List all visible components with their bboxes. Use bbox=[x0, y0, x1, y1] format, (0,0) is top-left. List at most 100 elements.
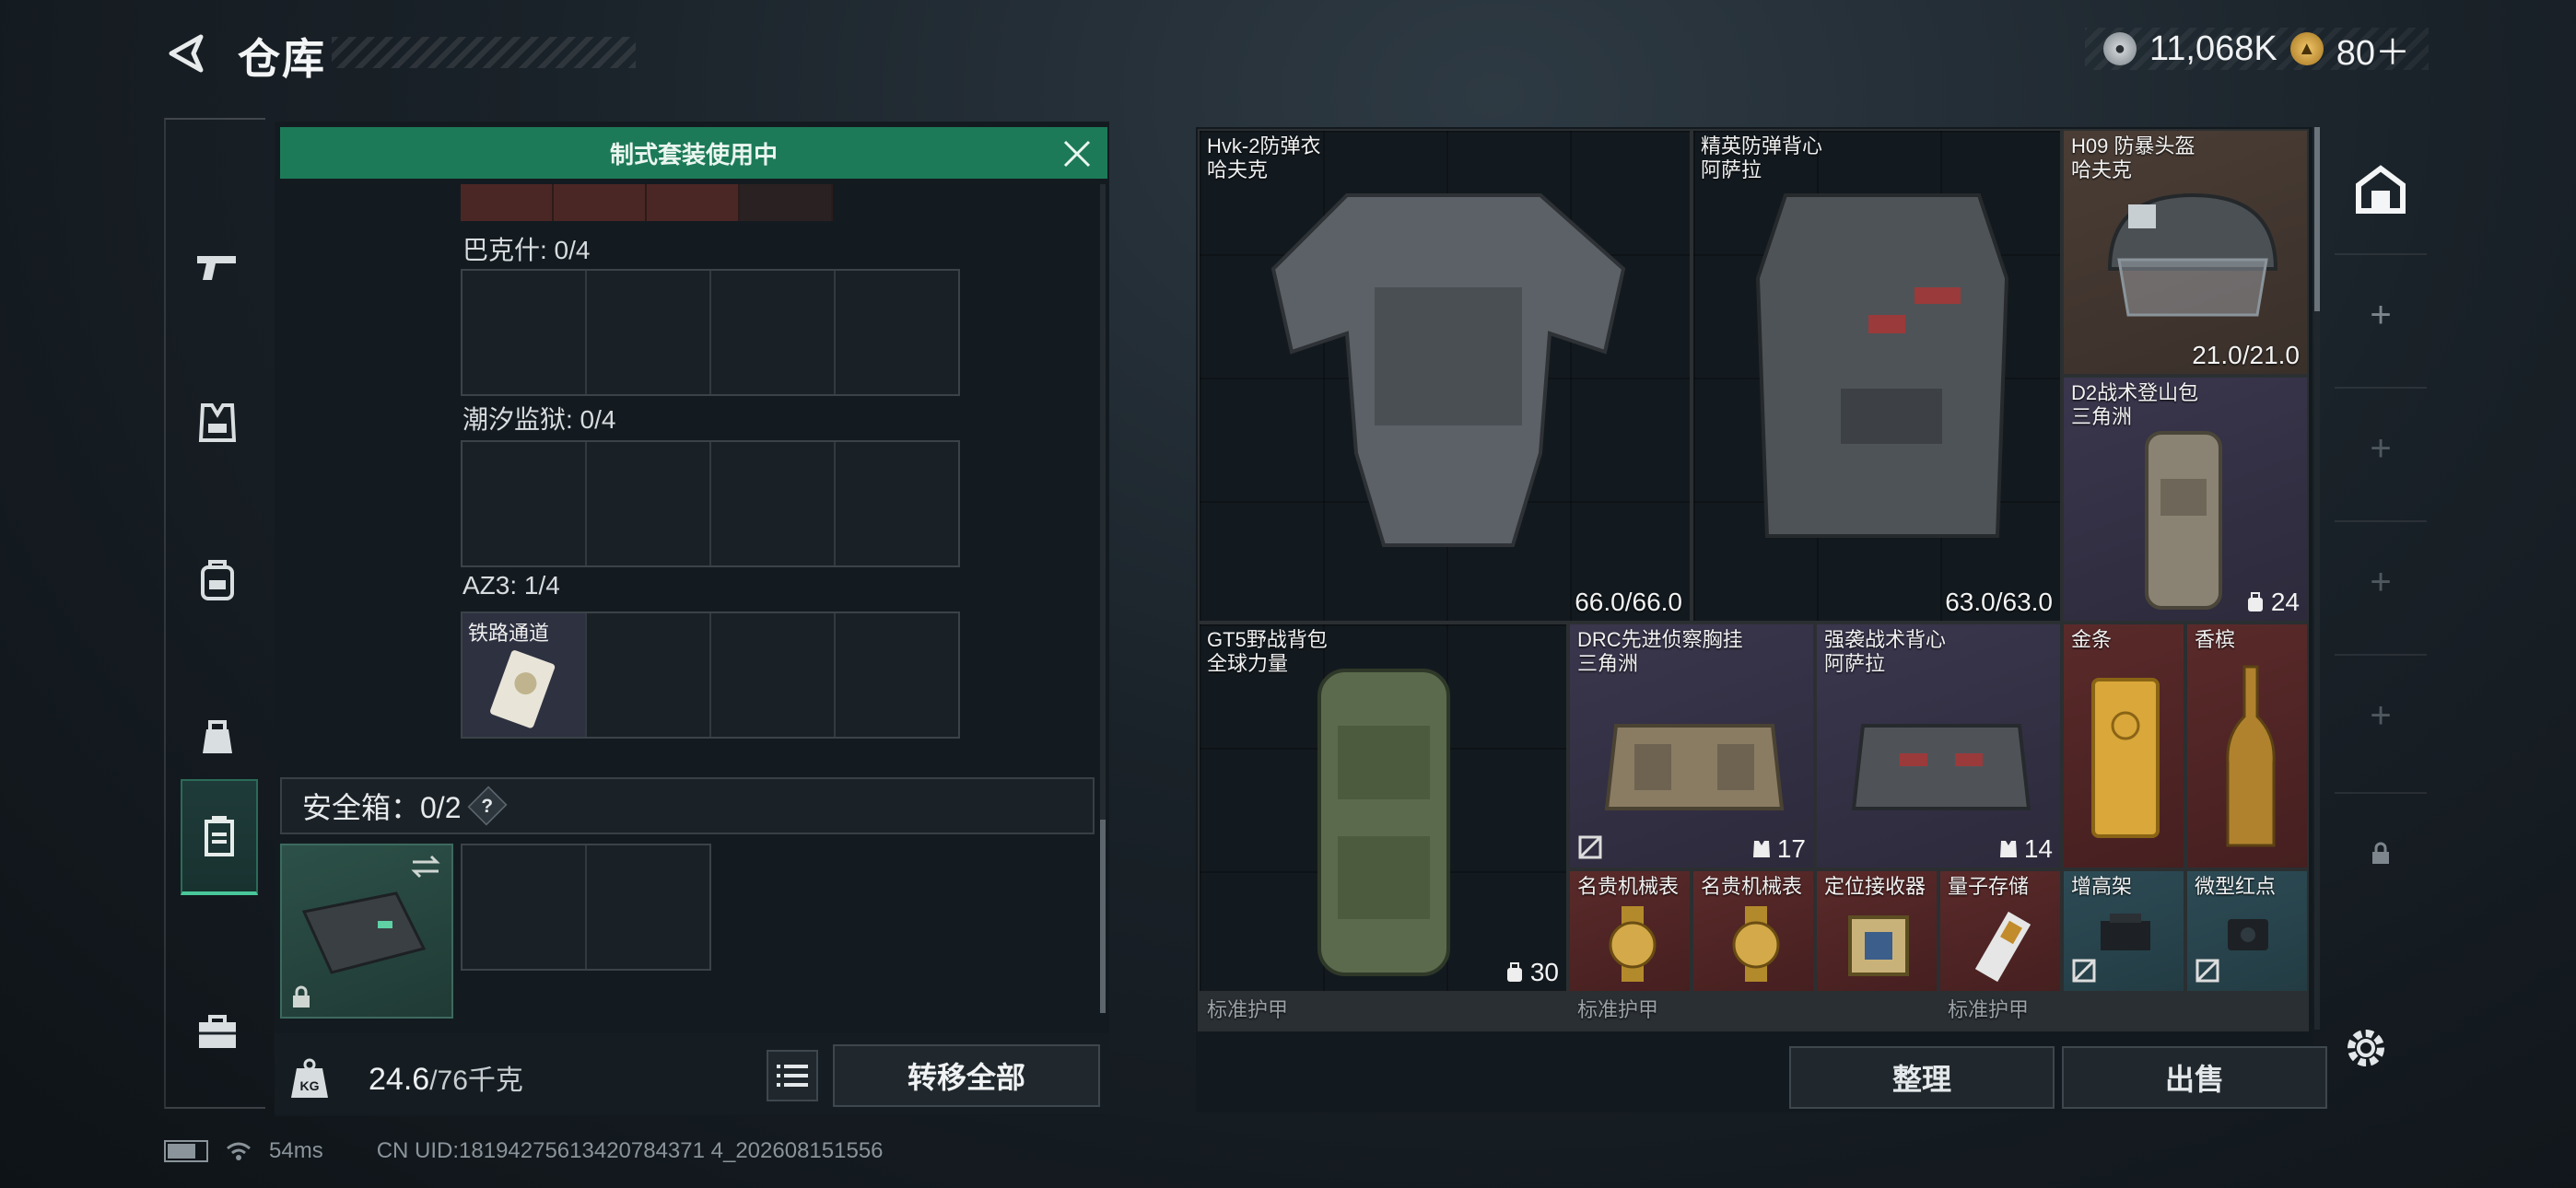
scrollbar-thumb[interactable] bbox=[1100, 820, 1106, 1013]
helmet-image bbox=[2107, 192, 2278, 317]
item-brand: 阿萨拉 bbox=[1824, 652, 1886, 675]
warehouse-icon bbox=[2356, 165, 2406, 214]
item-card[interactable]: 精英防弹背心 阿萨拉 63.0/63.0 bbox=[1692, 129, 2062, 623]
transfer-all-button[interactable]: 转移全部 bbox=[833, 1044, 1100, 1107]
item-name: DRC先进侦察胸挂 三角洲 bbox=[1577, 628, 1743, 676]
stash-page-active[interactable] bbox=[2335, 129, 2427, 249]
item-name-text: H09 防暴头盔 bbox=[2071, 134, 2195, 157]
no-armor-icon bbox=[1578, 835, 1602, 859]
briefcase-icon bbox=[199, 1015, 236, 1048]
item-card[interactable]: DRC先进侦察胸挂 三角洲 17 bbox=[1568, 623, 1815, 869]
item-card[interactable]: 标准护甲 bbox=[1198, 993, 1568, 1031]
item-name-text: D2战术登山包 bbox=[2071, 381, 2199, 404]
section-label: 巴克什: 0/4 bbox=[463, 236, 591, 264]
item-card[interactable]: 强袭战术背心 阿萨拉 14 bbox=[1815, 623, 2062, 869]
riser-mount-image bbox=[2101, 914, 2150, 950]
plus-icon: + bbox=[2370, 427, 2392, 469]
item-card[interactable]: 名贵机械表 bbox=[1692, 869, 1815, 993]
item-card[interactable]: 标准护甲 bbox=[1938, 993, 2309, 1031]
list-view-button[interactable] bbox=[767, 1050, 818, 1101]
add-page-button[interactable]: + bbox=[2335, 253, 2427, 375]
tab-backpack[interactable] bbox=[181, 525, 254, 635]
grid-item-card[interactable]: 铁路通道 bbox=[463, 613, 587, 737]
section-label: AZ3: 1/4 bbox=[463, 571, 560, 600]
back-icon[interactable] bbox=[164, 31, 208, 76]
item-name: 增高架 bbox=[2071, 875, 2133, 898]
gold-amount[interactable]: 80＋ bbox=[2336, 24, 2410, 75]
body-armor-image bbox=[1270, 193, 1626, 547]
vest-icon bbox=[198, 403, 237, 442]
item-name: 金条 bbox=[2071, 628, 2113, 651]
weight-icon: KG bbox=[291, 1058, 328, 1098]
item-card[interactable]: H09 防暴头盔 哈夫克 21.0/21.0 bbox=[2062, 129, 2309, 376]
watch-image bbox=[1609, 906, 1657, 982]
add-page-button[interactable]: + bbox=[2335, 520, 2427, 642]
item-name-text: GT5野战背包 bbox=[1207, 628, 1328, 651]
tab-weapons[interactable] bbox=[181, 212, 254, 322]
item-grid[interactable] bbox=[461, 269, 960, 396]
item-name-text: Hvk-2防弹衣 bbox=[1207, 134, 1321, 157]
vest-small-icon bbox=[1752, 841, 1770, 857]
champagne-image bbox=[2226, 665, 2276, 847]
add-page-button[interactable]: + bbox=[2335, 654, 2427, 775]
safe-box-bar: 安全箱：0/2 ? bbox=[280, 777, 1095, 834]
add-page-button[interactable]: + bbox=[2335, 387, 2427, 508]
count-value: 14 bbox=[2023, 834, 2053, 863]
item-card[interactable]: GT5野战背包 全球力量 30 bbox=[1198, 623, 1568, 993]
item-card[interactable]: Hvk-2防弹衣 哈夫克 66.0/66.0 bbox=[1198, 129, 1692, 623]
item-card[interactable]: 量子存储 bbox=[1938, 869, 2062, 993]
sort-button[interactable]: 整理 bbox=[1789, 1046, 2055, 1109]
vest-image bbox=[1755, 193, 2009, 538]
pistol-icon bbox=[197, 256, 236, 280]
category-tabs bbox=[164, 118, 265, 1109]
item-card[interactable]: 微型红点 bbox=[2185, 869, 2309, 993]
close-icon[interactable] bbox=[1060, 136, 1095, 171]
count-value: 30 bbox=[1529, 958, 1559, 986]
item-grid[interactable]: 铁路通道 bbox=[461, 611, 960, 739]
safe-box-label: 安全箱：0/2 bbox=[302, 791, 462, 824]
preset-banner: 制式套装使用中 bbox=[280, 127, 1107, 179]
durability: 63.0/63.0 bbox=[1945, 588, 2053, 616]
tab-safe-box[interactable] bbox=[181, 779, 258, 895]
item-name: 名贵机械表 bbox=[1577, 875, 1680, 898]
list-icon bbox=[777, 1065, 808, 1087]
safe-box-item[interactable] bbox=[280, 844, 453, 1019]
item-card[interactable]: 定位接收器 bbox=[1815, 869, 1938, 993]
durability: 21.0/21.0 bbox=[2192, 341, 2300, 369]
weight-max: /76千克 bbox=[429, 1066, 523, 1096]
receiver-image bbox=[1848, 915, 1909, 976]
item-card[interactable]: 增高架 bbox=[2062, 869, 2185, 993]
title-stripe bbox=[332, 37, 636, 68]
red-dot-image bbox=[2228, 919, 2268, 950]
tab-briefcase[interactable] bbox=[181, 976, 254, 1087]
item-card[interactable]: 金条 bbox=[2062, 623, 2185, 869]
weight-current: 24.6 bbox=[369, 1062, 430, 1097]
gear-icon[interactable] bbox=[2340, 1022, 2392, 1074]
item-card[interactable]: 香槟 bbox=[2185, 623, 2309, 869]
count-value: 24 bbox=[2270, 588, 2300, 616]
scrollbar-thumb[interactable] bbox=[2314, 127, 2320, 311]
storage-drive-image bbox=[1974, 911, 2032, 983]
tactical-vest-image bbox=[1851, 724, 2032, 810]
item-card[interactable]: 标准护甲 bbox=[1568, 993, 1938, 1031]
item-card[interactable]: D2战术登山包 三角洲 24 bbox=[2062, 376, 2309, 623]
locked-page bbox=[2335, 792, 2427, 914]
status-bar: 54ms CN UID:18194275613420784371 4_20260… bbox=[164, 1138, 884, 1164]
tab-armor[interactable] bbox=[181, 368, 254, 479]
plus-icon: + bbox=[2370, 561, 2392, 602]
item-name: 量子存储 bbox=[1948, 875, 2030, 898]
item-name: 名贵机械表 bbox=[1701, 875, 1803, 898]
backpack-small-icon bbox=[2247, 592, 2263, 611]
field-backpack-image bbox=[1317, 669, 1450, 976]
safe-box-grid[interactable] bbox=[461, 844, 711, 971]
item-grid[interactable] bbox=[461, 440, 960, 567]
silver-coin-icon: ● bbox=[2102, 32, 2137, 65]
tab-pouch[interactable] bbox=[181, 681, 254, 792]
chest-rig-image bbox=[1604, 724, 1785, 810]
capacity-count: 30 bbox=[1505, 958, 1559, 987]
wifi-icon bbox=[227, 1142, 251, 1160]
sell-button[interactable]: 出售 bbox=[2062, 1046, 2327, 1109]
swap-icon[interactable] bbox=[409, 853, 442, 880]
help-icon[interactable]: ? bbox=[467, 786, 507, 826]
item-card[interactable]: 名贵机械表 bbox=[1568, 869, 1692, 993]
